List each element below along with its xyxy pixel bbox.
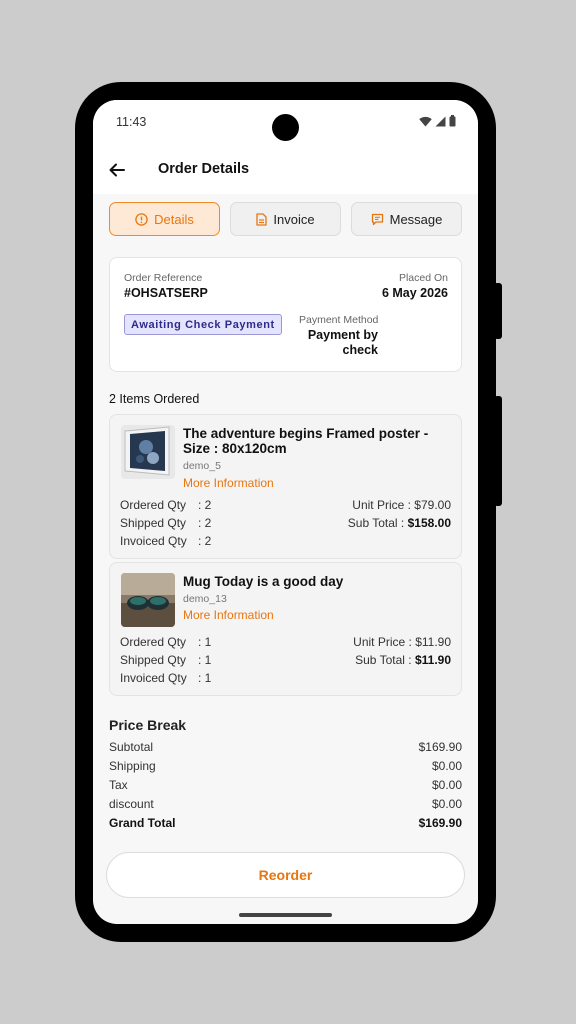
- sub-total: Sub Total : $11.90: [355, 653, 451, 667]
- ordered-qty-label: Ordered Qty: [120, 635, 187, 649]
- document-icon: [256, 212, 268, 226]
- price-label: discount: [109, 797, 154, 811]
- status-time: 11:43: [116, 115, 147, 129]
- tab-details[interactable]: Details: [109, 202, 220, 236]
- wifi-icon: [419, 116, 432, 126]
- tab-message[interactable]: Message: [351, 202, 462, 236]
- back-arrow-icon[interactable]: [107, 160, 127, 180]
- order-reference-label: Order Reference: [124, 272, 203, 284]
- status-bar: 11:43: [93, 100, 478, 146]
- sub-total: Sub Total : $158.00: [348, 516, 451, 530]
- items-heading: 2 Items Ordered: [109, 392, 200, 406]
- app-bar: Order Details: [93, 146, 478, 194]
- invoiced-qty-label: Invoiced Qty: [120, 534, 187, 548]
- tab-invoice-label: Invoice: [273, 211, 315, 227]
- sub-total-label: Sub Total :: [347, 516, 408, 530]
- price-label: Tax: [109, 778, 128, 792]
- price-value: $169.90: [418, 740, 462, 754]
- product-image: [121, 425, 175, 479]
- power-button: [494, 283, 502, 339]
- placed-on-date: 6 May 2026: [381, 286, 448, 300]
- price-label: Grand Total: [109, 816, 176, 830]
- price-label: Shipping: [109, 759, 156, 773]
- screen: 11:43 Order Details Details Invoice Mess…: [93, 100, 478, 924]
- unit-price-value: $79.00: [414, 498, 451, 512]
- sub-total-value: $158.00: [407, 516, 451, 530]
- shipped-qty-label: Shipped Qty: [120, 653, 187, 667]
- ordered-qty: : 1: [198, 635, 212, 649]
- volume-button: [494, 396, 502, 506]
- payment-method-line2: check: [342, 343, 378, 357]
- home-indicator[interactable]: [239, 913, 332, 917]
- sub-total-value: $11.90: [414, 653, 451, 667]
- unit-price-label: Unit Price :: [352, 498, 415, 512]
- chat-icon: [371, 213, 383, 225]
- item-name-line1: The adventure begins Framed poster -: [183, 426, 429, 441]
- price-value: $169.90: [418, 816, 462, 830]
- item-name-line2: Size : 80x120cm: [183, 441, 287, 456]
- product-image: [121, 573, 175, 627]
- status-badge: Awaiting Check Payment: [124, 314, 282, 335]
- invoiced-qty: : 1: [198, 671, 212, 685]
- tab-message-label: Message: [389, 211, 443, 227]
- shipped-qty: : 2: [198, 516, 212, 530]
- battery-icon: [449, 115, 456, 127]
- item-reference: demo_5: [183, 460, 221, 472]
- price-label: Subtotal: [109, 740, 154, 754]
- page-title: Order Details: [158, 161, 250, 177]
- status-icons: [419, 115, 456, 127]
- shipped-qty: : 1: [198, 653, 212, 667]
- invoiced-qty-label: Invoiced Qty: [120, 671, 187, 685]
- unit-price: Unit Price : $79.00: [352, 498, 451, 512]
- more-information-link[interactable]: More Information: [183, 476, 274, 490]
- reorder-button[interactable]: Reorder: [106, 852, 465, 898]
- price-value: $0.00: [431, 778, 462, 792]
- order-reference: #OHSATSERP: [124, 286, 208, 300]
- signal-icon: [435, 116, 446, 126]
- ordered-qty: : 2: [198, 498, 212, 512]
- item-reference: demo_13: [183, 593, 227, 605]
- order-summary-card: Order Reference #OHSATSERP Placed On 6 M…: [109, 257, 462, 372]
- price-value: $0.00: [431, 797, 462, 811]
- payment-method-line1: Payment by: [307, 328, 378, 342]
- list-item: The adventure begins Framed poster - Siz…: [109, 414, 462, 559]
- info-icon: [135, 212, 148, 226]
- shipped-qty-label: Shipped Qty: [120, 516, 187, 530]
- price-value: $0.00: [431, 759, 462, 773]
- unit-price-value: $11.90: [415, 635, 451, 649]
- price-break-title: Price Break: [109, 717, 187, 733]
- ordered-qty-label: Ordered Qty: [120, 498, 187, 512]
- item-name-line1: Mug Today is a good day: [183, 574, 344, 589]
- tab-invoice[interactable]: Invoice: [230, 202, 341, 236]
- invoiced-qty: : 2: [198, 534, 212, 548]
- payment-method-label: Payment Method: [299, 314, 379, 326]
- list-item: Mug Today is a good day demo_13 More Inf…: [109, 562, 462, 696]
- tab-details-label: Details: [154, 211, 194, 227]
- unit-price-label: Unit Price :: [353, 635, 416, 649]
- more-information-link[interactable]: More Information: [183, 608, 274, 622]
- camera-cutout: [272, 114, 299, 141]
- placed-on-label: Placed On: [398, 272, 448, 284]
- sub-total-label: Sub Total :: [355, 653, 415, 667]
- unit-price: Unit Price : $11.90: [353, 635, 451, 649]
